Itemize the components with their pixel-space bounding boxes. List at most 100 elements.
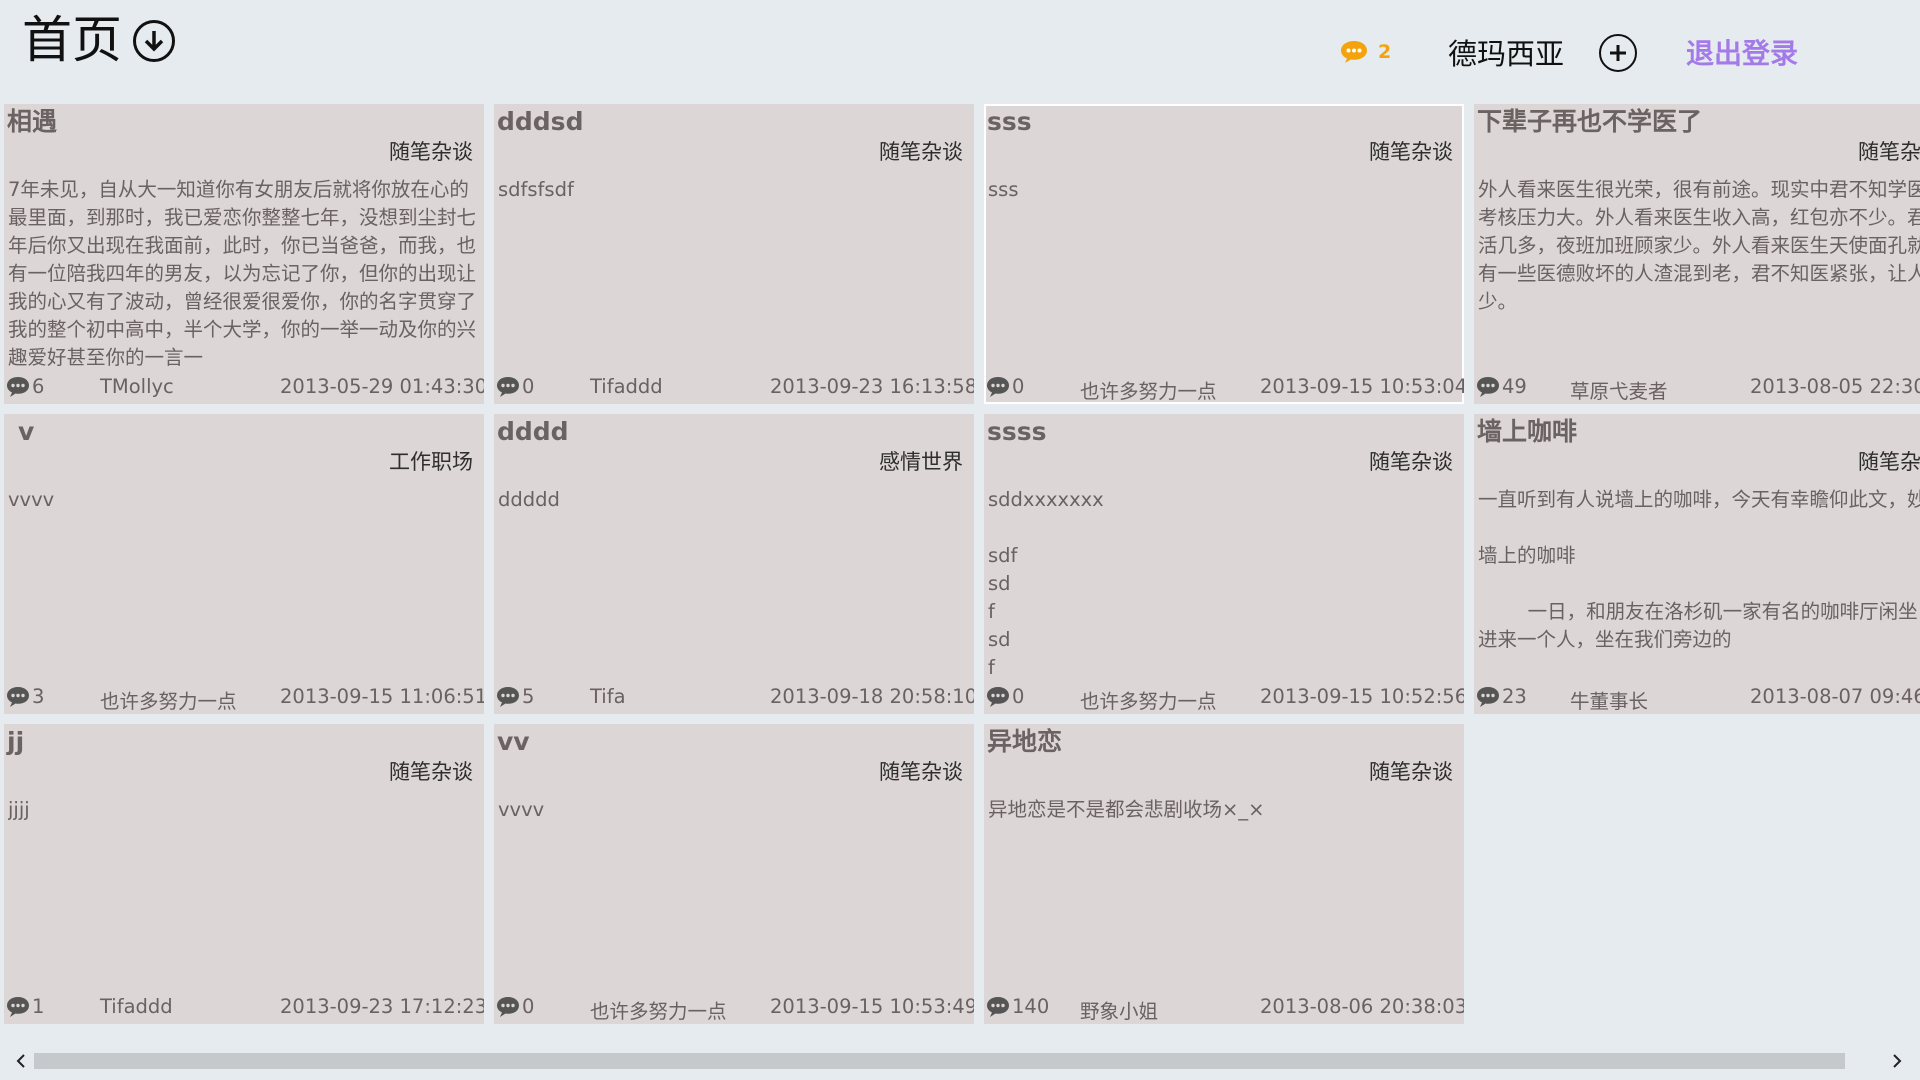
comment-count: 140 bbox=[1012, 995, 1050, 1018]
post-title: 下辈子再也不学医了 bbox=[1477, 107, 1703, 136]
page-title: 首页 bbox=[22, 11, 122, 69]
post-date: 2013-05-29 01:43:30 bbox=[280, 375, 484, 398]
post-category: 随笔杂谈 bbox=[1369, 450, 1453, 474]
post-footer: 3 也许多努力一点 2013-09-15 11:06:51 bbox=[4, 684, 484, 713]
post-card[interactable]: vv 随笔杂谈 vvvv 0 也许多努力一点 2013-09-15 10:53:… bbox=[494, 724, 974, 1024]
post-author: Tifa bbox=[590, 685, 626, 708]
post-category: 随笔杂谈 bbox=[1369, 760, 1453, 784]
post-author: 也许多努力一点 bbox=[590, 1000, 727, 1023]
post-excerpt: sss bbox=[988, 178, 1019, 201]
post-excerpt: 7年未见，自从大一知道你有女朋友后就将你放在心的最里面，到那时，我已爱恋你整整七… bbox=[8, 178, 477, 366]
post-excerpt: 外人看来医生很光荣，很有前途。现实中君不知学医枯燥无味，考试考核压力大。外人看来… bbox=[1478, 178, 1920, 313]
post-footer: 0 也许多努力一点 2013-09-15 10:53:49 bbox=[494, 994, 974, 1023]
post-footer: 140 野象小姐 2013-08-06 20:38:03 bbox=[984, 994, 1464, 1023]
post-date: 2013-09-23 16:13:58 bbox=[770, 375, 974, 398]
title-menu-button[interactable] bbox=[133, 20, 175, 62]
post-excerpt: ddddd bbox=[498, 488, 560, 511]
scroll-track[interactable] bbox=[34, 1053, 1882, 1069]
comment-icon bbox=[1477, 687, 1499, 707]
chevron-right-icon bbox=[1893, 1054, 1902, 1068]
post-card[interactable]: jj 随笔杂谈 jjjj 1 Tifaddd 2013-09-23 17:12:… bbox=[4, 724, 484, 1024]
comment-count: 5 bbox=[522, 685, 535, 708]
post-footer: 23 牛董事长 2013-08-07 09:46: bbox=[1474, 684, 1920, 713]
post-date: 2013-08-07 09:46: bbox=[1750, 685, 1920, 708]
post-card[interactable]: sss 随笔杂谈 sss 0 也许多努力一点 2013-09-15 10:53:… bbox=[984, 104, 1464, 404]
scroll-thumb[interactable] bbox=[34, 1053, 1845, 1069]
notification-count: 2 bbox=[1378, 41, 1392, 63]
scroll-left-button[interactable] bbox=[8, 1050, 34, 1072]
plus-icon bbox=[1610, 45, 1626, 61]
comment-count: 1 bbox=[32, 995, 45, 1018]
post-author: Tifaddd bbox=[590, 375, 663, 398]
post-excerpt: 异地恋是不是都会悲剧收场×_× bbox=[988, 798, 1265, 821]
post-card[interactable]: 墙上咖啡 随笔杂 一直听到有人说墙上的咖啡，今天有幸瞻仰此文，妙文不该独享。 墙… bbox=[1474, 414, 1920, 714]
comment-icon bbox=[987, 997, 1009, 1017]
post-date: 2013-09-15 11:06:51 bbox=[280, 685, 484, 708]
comment-count: 0 bbox=[1012, 685, 1025, 708]
post-author: TMollyc bbox=[100, 375, 174, 398]
post-excerpt: 一直听到有人说墙上的咖啡，今天有幸瞻仰此文，妙文不该独享。 墙上的咖啡 一日，和… bbox=[1478, 488, 1920, 651]
comment-icon bbox=[497, 377, 519, 397]
post-title: jj bbox=[7, 727, 25, 756]
post-footer: 0 Tifaddd 2013-09-23 16:13:58 bbox=[494, 374, 974, 402]
post-footer: 49 草原弋麦者 2013-08-05 22:30: bbox=[1474, 374, 1920, 403]
notification-button[interactable]: 2 bbox=[1340, 40, 1391, 64]
post-title: dddsd bbox=[497, 107, 584, 136]
comment-icon bbox=[987, 687, 1009, 707]
post-date: 2013-09-15 10:52:56 bbox=[1260, 685, 1464, 708]
post-title: dddd bbox=[497, 417, 569, 446]
post-excerpt: sddxxxxxxx sdf sd f sd f bbox=[988, 488, 1104, 676]
post-category: 随笔杂谈 bbox=[879, 140, 963, 164]
post-card[interactable]: dddd 感情世界 ddddd 5 Tifa 2013-09-18 20:58:… bbox=[494, 414, 974, 714]
app-window: 首页 2 德玛西亚 退出登录 相遇 随笔杂谈 7年未见，自从大一知道你有女朋友后… bbox=[0, 0, 1920, 1080]
post-title: 异地恋 bbox=[987, 727, 1063, 756]
post-category: 随笔杂谈 bbox=[389, 760, 473, 784]
post-category: 随笔杂 bbox=[1858, 450, 1920, 474]
add-post-button[interactable] bbox=[1599, 34, 1637, 72]
comment-count: 49 bbox=[1502, 375, 1527, 398]
arrow-down-circle-icon bbox=[144, 31, 164, 52]
post-author: 野象小姐 bbox=[1080, 1000, 1159, 1023]
post-title: vv bbox=[497, 727, 530, 756]
post-date: 2013-08-06 20:38:03 bbox=[1260, 995, 1464, 1018]
post-author: Tifaddd bbox=[100, 995, 173, 1018]
comment-icon bbox=[1477, 377, 1499, 397]
comment-count: 0 bbox=[522, 375, 535, 398]
post-card[interactable]: v 工作职场 vvvv 3 也许多努力一点 2013-09-15 11:06:5… bbox=[4, 414, 484, 714]
post-date: 2013-08-05 22:30: bbox=[1750, 375, 1920, 398]
comment-icon bbox=[987, 377, 1009, 397]
post-card[interactable]: 异地恋 随笔杂谈 异地恋是不是都会悲剧收场×_× 140 野象小姐 2013-0… bbox=[984, 724, 1464, 1024]
chevron-left-icon bbox=[16, 1054, 25, 1068]
post-card[interactable]: ssss 随笔杂谈 sddxxxxxxx sdf sd f sd f 0 也许多… bbox=[984, 414, 1464, 714]
post-excerpt: sdfsfsdf bbox=[498, 178, 574, 201]
post-card[interactable]: 下辈子再也不学医了 随笔杂 外人看来医生很光荣，很有前途。现实中君不知学医枯燥无… bbox=[1474, 104, 1920, 404]
comment-icon bbox=[497, 687, 519, 707]
comment-icon bbox=[7, 687, 29, 707]
comment-icon bbox=[7, 997, 29, 1017]
post-footer: 0 也许多努力一点 2013-09-15 10:52:56 bbox=[984, 684, 1464, 713]
post-author: 牛董事长 bbox=[1570, 690, 1649, 713]
comment-count: 0 bbox=[1012, 375, 1025, 398]
comment-icon bbox=[7, 377, 29, 397]
post-date: 2013-09-18 20:58:10 bbox=[770, 685, 974, 708]
post-date: 2013-09-15 10:53:04 bbox=[1260, 375, 1464, 398]
post-category: 随笔杂 bbox=[1858, 140, 1920, 164]
horizontal-scrollbar[interactable] bbox=[0, 1050, 1920, 1072]
post-category: 感情世界 bbox=[879, 450, 963, 474]
chat-bubble-icon bbox=[1341, 41, 1367, 63]
scroll-right-button[interactable] bbox=[1884, 1050, 1910, 1072]
post-category: 随笔杂谈 bbox=[879, 760, 963, 784]
post-title: ssss bbox=[987, 417, 1047, 446]
comment-count: 6 bbox=[32, 375, 45, 398]
post-author: 也许多努力一点 bbox=[1080, 380, 1217, 403]
post-title: 相遇 bbox=[7, 107, 58, 136]
comment-icon bbox=[497, 997, 519, 1017]
logout-button[interactable]: 退出登录 bbox=[1686, 34, 1798, 74]
username[interactable]: 德玛西亚 bbox=[1448, 34, 1564, 74]
comment-count: 3 bbox=[32, 685, 45, 708]
post-excerpt: jjjj bbox=[8, 798, 30, 821]
post-card[interactable]: dddsd 随笔杂谈 sdfsfsdf 0 Tifaddd 2013-09-23… bbox=[494, 104, 974, 404]
post-card[interactable]: 相遇 随笔杂谈 7年未见，自从大一知道你有女朋友后就将你放在心的最里面，到那时，… bbox=[4, 104, 484, 404]
comment-count: 0 bbox=[522, 995, 535, 1018]
post-author: 也许多努力一点 bbox=[1080, 690, 1217, 713]
